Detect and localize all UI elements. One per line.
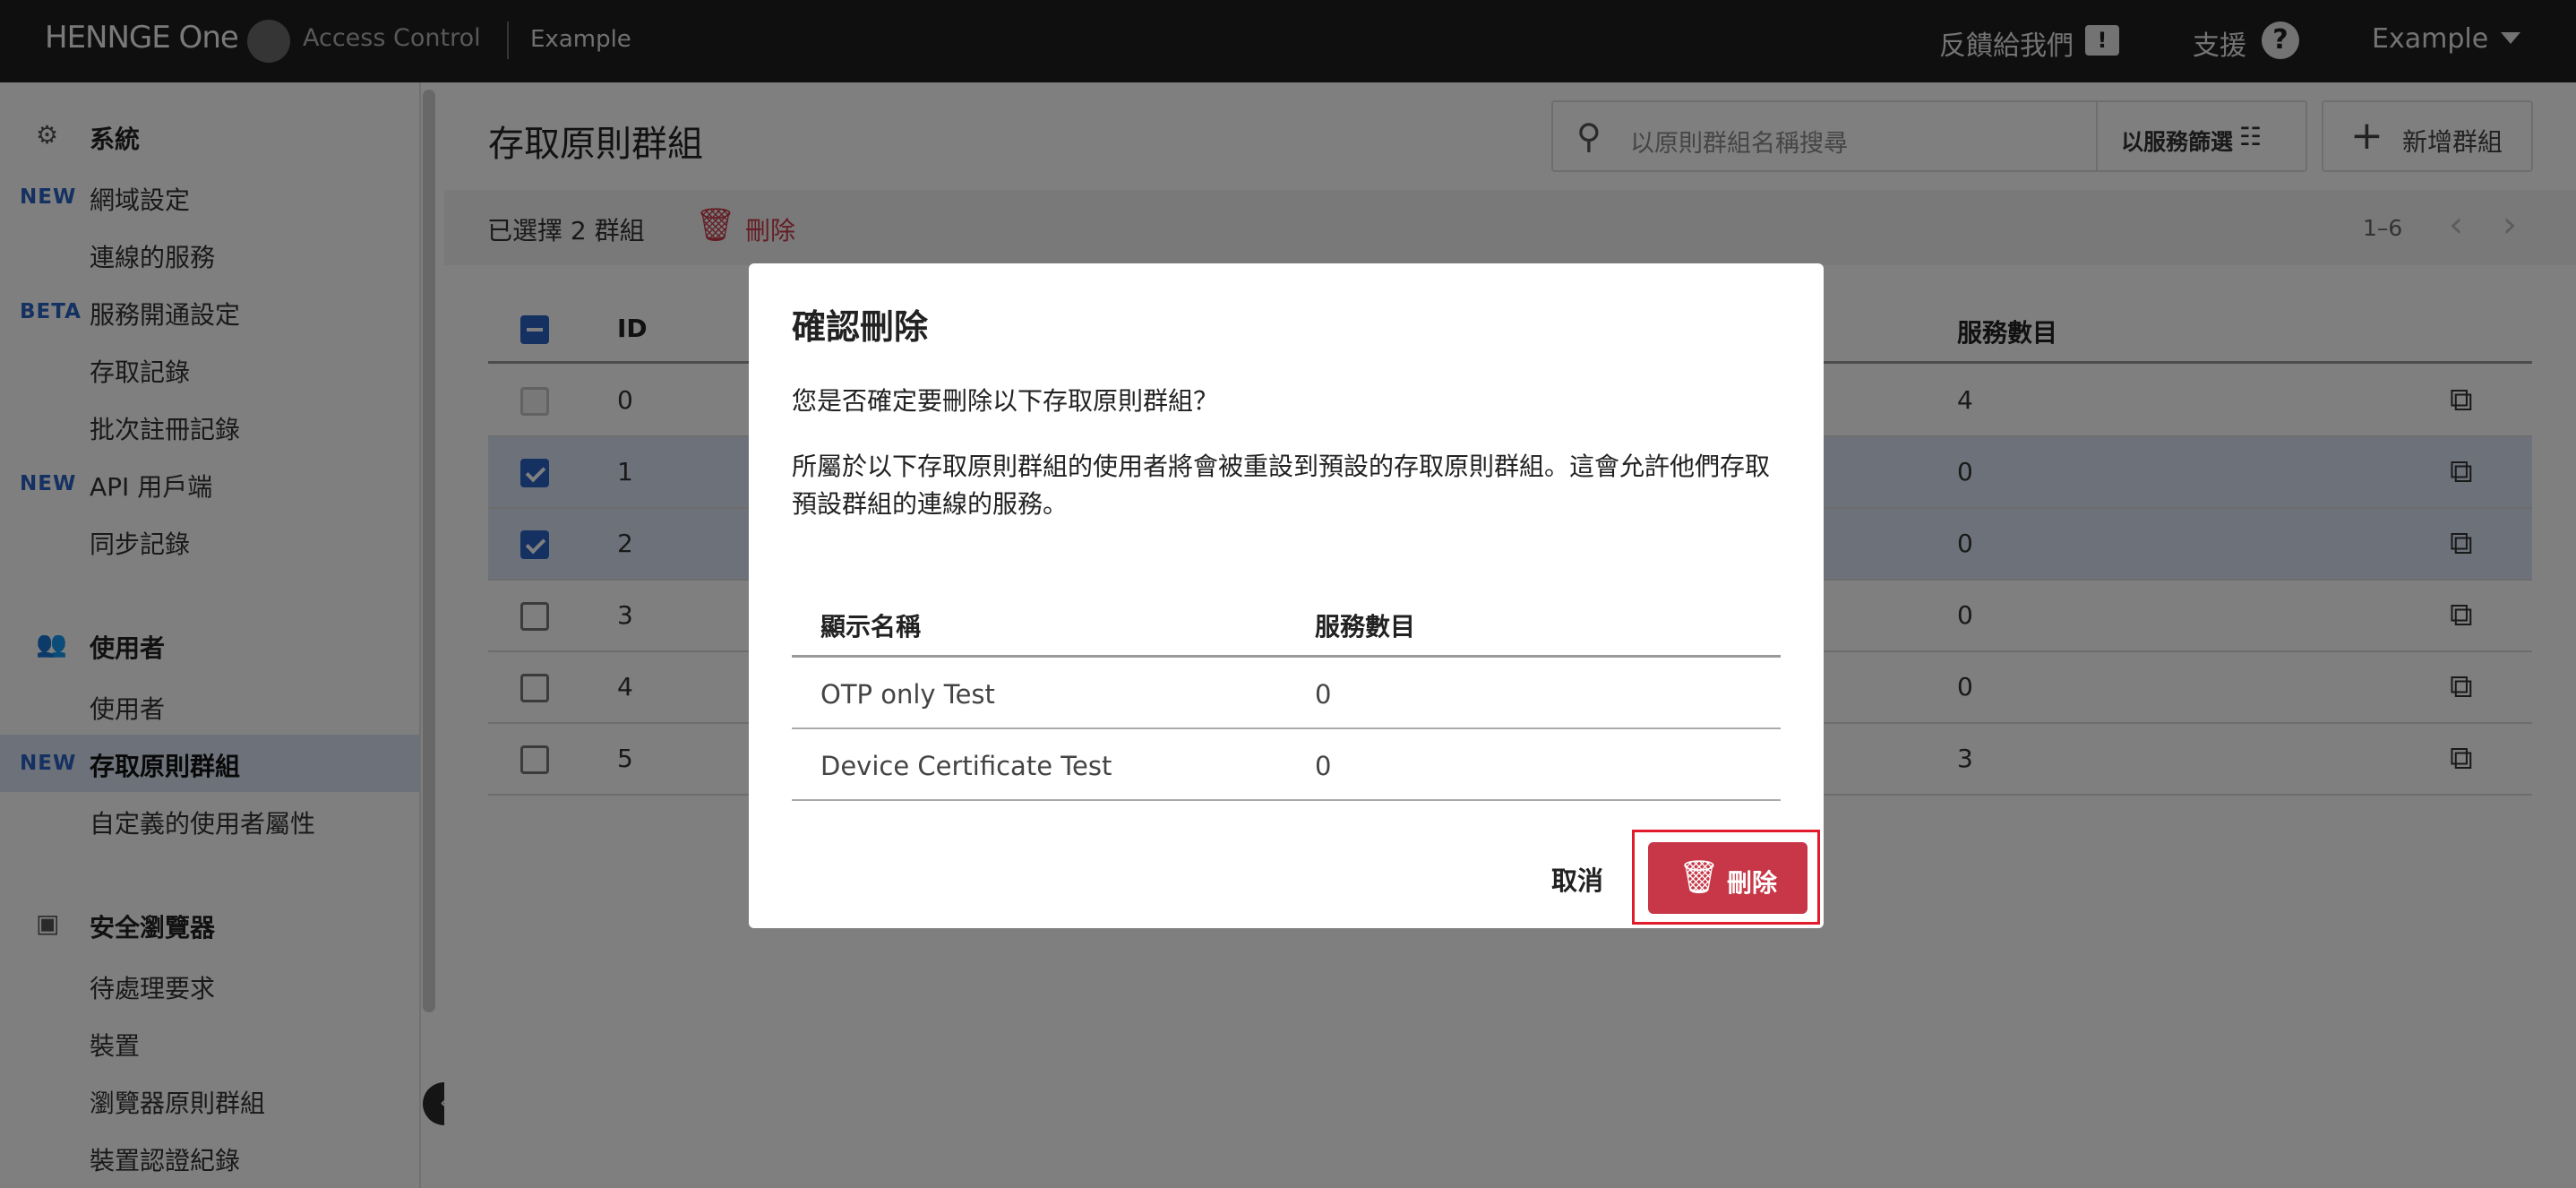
dialog-description: 所屬於以下存取原則群組的使用者將會被重設到預設的存取原則群組。這會允許他們存取預… (792, 452, 1771, 519)
cancel-button[interactable]: 取消 (1551, 860, 1603, 898)
group-display-name: Device Certificate Test (820, 751, 1112, 781)
trash-icon: 🗑 (1679, 859, 1720, 896)
confirm-delete-button[interactable]: 🗑 刪除 (1648, 842, 1807, 914)
group-service-count: 0 (1315, 751, 1332, 781)
confirm-delete-label: 刪除 (1727, 868, 1778, 898)
dialog-table-header: 顯示名稱 服務數目 (792, 586, 1781, 658)
dialog-table-row: OTP only Test 0 (792, 658, 1781, 729)
confirm-delete-dialog: 確認刪除 您是否確定要刪除以下存取原則群組？ 所屬於以下存取原則群組的使用者將會… (749, 263, 1824, 928)
column-header-display-name: 顯示名稱 (820, 612, 922, 641)
dialog-table-row: Device Certificate Test 0 (792, 729, 1781, 801)
dialog-question: 您是否確定要刪除以下存取原則群組？ (792, 386, 1219, 416)
group-service-count: 0 (1315, 679, 1332, 710)
dialog-title: 確認刪除 (792, 307, 929, 347)
group-display-name: OTP only Test (820, 679, 995, 710)
column-header-service-count: 服務數目 (1315, 612, 1416, 641)
